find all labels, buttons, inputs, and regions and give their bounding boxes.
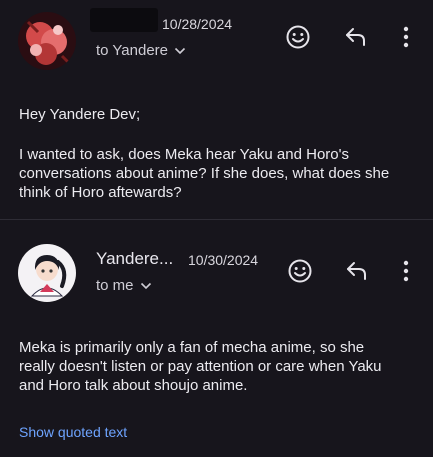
- reply-button[interactable]: [342, 256, 372, 286]
- message-divider: [0, 219, 433, 220]
- smile-emoji-icon: [288, 259, 312, 283]
- reply-button[interactable]: [341, 22, 371, 52]
- chevron-down-icon: [174, 47, 186, 54]
- emoji-react-button[interactable]: [283, 22, 313, 52]
- yandere-avatar-image: [18, 244, 76, 302]
- more-options-button[interactable]: [391, 256, 421, 286]
- chevron-down-icon: [140, 282, 151, 289]
- yandere-avatar[interactable]: [18, 244, 76, 302]
- message2-body: Meka is primarily only a fan of mecha an…: [19, 339, 382, 394]
- sender-avatar-image: [18, 12, 76, 70]
- message1-recipient: to Yandere: [96, 42, 169, 59]
- smile-emoji-icon: [286, 25, 310, 49]
- message2-sender: Yandere...: [96, 249, 174, 268]
- reply-icon: [346, 28, 365, 46]
- show-quoted-text-link[interactable]: Show quoted text: [19, 424, 127, 440]
- more-vertical-icon: [403, 26, 409, 48]
- sender-name-redacted: [90, 8, 158, 32]
- message2-date: 10/30/2024: [188, 252, 259, 268]
- message2-recipient-toggle[interactable]: to me: [96, 277, 152, 294]
- emoji-react-button[interactable]: [285, 256, 315, 286]
- more-vertical-icon: [403, 260, 409, 282]
- message1-greeting: Hey Yandere Dev;: [19, 106, 141, 123]
- message2-recipient: to me: [96, 277, 134, 294]
- message1-date: 10/28/2024: [162, 16, 233, 32]
- sender-avatar[interactable]: [18, 12, 76, 70]
- message1-body: I wanted to ask, does Meka hear Yaku and…: [19, 146, 390, 201]
- message1-recipient-toggle[interactable]: to Yandere: [96, 42, 186, 59]
- reply-icon: [347, 262, 366, 280]
- more-options-button[interactable]: [391, 22, 421, 52]
